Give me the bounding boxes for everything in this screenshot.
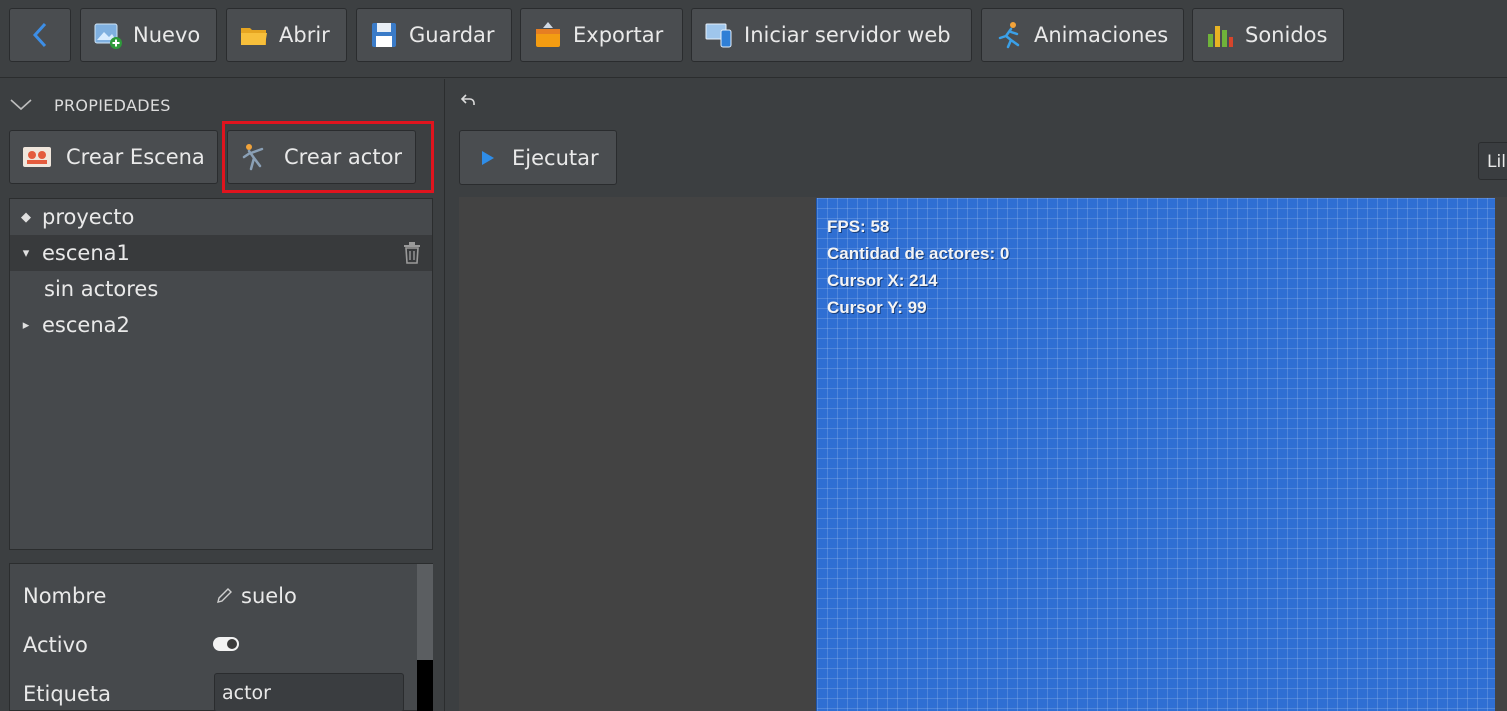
- play-icon: [480, 149, 496, 167]
- animations-button[interactable]: Animaciones: [981, 8, 1184, 62]
- tree-item-scene1[interactable]: ▾ escena1: [10, 235, 432, 271]
- scene-icon: [22, 142, 52, 172]
- export-button-label: Exportar: [573, 23, 664, 47]
- fps-readout: FPS: 58: [827, 217, 890, 236]
- properties-box: Nombre suelo Activo Etiqueta: [9, 563, 433, 711]
- properties-title: PROPIEDADES: [54, 95, 171, 115]
- open-button[interactable]: Abrir: [226, 8, 347, 62]
- collapsed-arrow-icon: ▸: [22, 317, 30, 333]
- running-figure-icon: [994, 20, 1024, 50]
- new-button-label: Nuevo: [133, 23, 201, 47]
- pencil-icon: [215, 587, 233, 605]
- name-value-text: suelo: [241, 584, 297, 608]
- tree-item-project-label: proyecto: [42, 205, 135, 229]
- create-actor-highlight: [222, 121, 434, 193]
- export-button[interactable]: Exportar: [520, 8, 683, 62]
- run-button[interactable]: Ejecutar: [459, 130, 617, 185]
- cursor-y-readout: Cursor Y: 99: [827, 298, 927, 317]
- create-scene-button[interactable]: Crear Escena: [9, 130, 218, 184]
- library-button[interactable]: Lil: [1478, 142, 1507, 180]
- floppy-disk-icon: [369, 20, 399, 50]
- create-scene-label: Crear Escena: [66, 145, 205, 169]
- chevron-down-icon: [10, 96, 32, 115]
- tag-input[interactable]: [214, 673, 404, 711]
- back-button[interactable]: [9, 8, 71, 62]
- active-toggle[interactable]: [213, 637, 239, 651]
- sounds-label: Sonidos: [1245, 23, 1328, 47]
- save-button[interactable]: Guardar: [356, 8, 512, 62]
- left-panel: PROPIEDADES Crear Escena Crear actor ◆ p…: [0, 79, 445, 711]
- tag-label: Etiqueta: [23, 682, 111, 706]
- export-box-icon: [533, 20, 563, 50]
- diamond-icon: ◆: [21, 209, 31, 225]
- expanded-arrow-icon: ▾: [22, 245, 30, 261]
- cursor-x-readout: Cursor X: 214: [827, 271, 938, 290]
- no-actors-text: sin actores: [44, 277, 159, 301]
- folder-icon: [239, 20, 269, 50]
- name-label: Nombre: [23, 584, 107, 608]
- properties-scrollbar-thumb[interactable]: [417, 564, 433, 660]
- main-toolbar: Nuevo Abrir Guardar Exportar Iniciar ser…: [0, 0, 1507, 78]
- new-button[interactable]: Nuevo: [80, 8, 217, 62]
- main-area: Ejecutar Lil FPS: 58 Cantidad de actores…: [446, 79, 1507, 711]
- tree-item-project[interactable]: ◆ proyecto: [10, 199, 432, 235]
- game-canvas[interactable]: FPS: 58 Cantidad de actores: 0 Cursor X:…: [816, 198, 1495, 711]
- start-web-server-button[interactable]: Iniciar servidor web: [691, 8, 972, 62]
- scene-tree: ◆ proyecto ▾ escena1 sin actores ▸ escen…: [9, 198, 433, 550]
- new-image-icon: [93, 20, 123, 50]
- tree-item-scene2-label: escena2: [42, 313, 130, 337]
- tree-item-scene2[interactable]: ▸ escena2: [10, 307, 432, 343]
- name-value[interactable]: suelo: [215, 584, 297, 608]
- animations-label: Animaciones: [1034, 23, 1169, 47]
- properties-section-header[interactable]: PROPIEDADES: [10, 93, 171, 117]
- open-button-label: Abrir: [279, 23, 330, 47]
- active-label: Activo: [23, 633, 88, 657]
- tree-item-scene1-label: escena1: [42, 241, 130, 265]
- save-button-label: Guardar: [409, 23, 495, 47]
- chevron-left-icon: [32, 22, 47, 48]
- sounds-button[interactable]: Sonidos: [1192, 8, 1344, 62]
- trash-icon[interactable]: [402, 241, 422, 265]
- actor-count-readout: Cantidad de actores: 0: [827, 244, 1010, 263]
- start-web-server-label: Iniciar servidor web: [744, 23, 951, 47]
- run-button-label: Ejecutar: [512, 145, 599, 170]
- devices-icon: [704, 20, 734, 50]
- equalizer-icon: [1205, 20, 1235, 50]
- tree-item-empty: sin actores: [10, 271, 432, 307]
- undo-icon[interactable]: [460, 91, 478, 109]
